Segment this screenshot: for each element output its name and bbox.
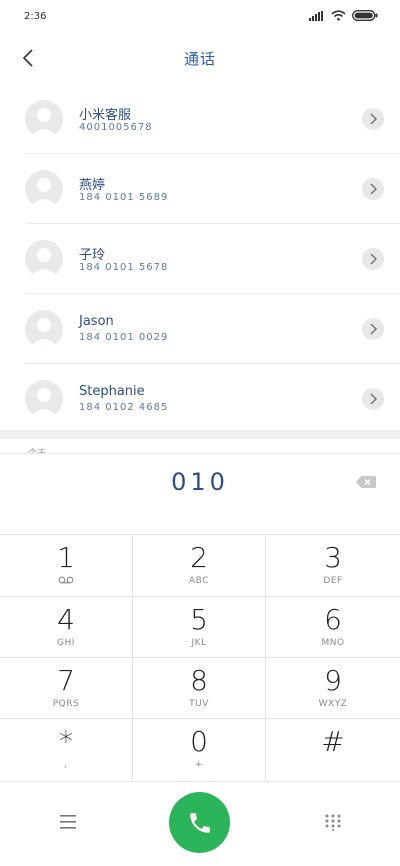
key-letters: , (64, 760, 68, 770)
contact-detail-button[interactable] (362, 108, 384, 130)
menu-button[interactable] (56, 813, 80, 831)
contact-item[interactable]: 子玲 184 0101 5678 (25, 224, 400, 294)
dialpad-icon (325, 814, 341, 831)
keypad: 1 2 ABC 3 DEF 4 GHI 5 JKL 6 MNO 7 PQRS 8… (0, 534, 400, 782)
person-icon (30, 108, 58, 138)
person-icon (30, 248, 58, 278)
key-digit: 0 (190, 725, 208, 758)
key-digit: 5 (190, 603, 208, 636)
contact-number: 184 0101 5678 (79, 262, 169, 273)
key-hash[interactable]: # (266, 719, 400, 781)
contact-item[interactable]: 小米客服 4001005678 (25, 84, 400, 154)
key-8[interactable]: 8 TUV (133, 658, 266, 719)
contact-name: 燕婷 (79, 178, 106, 193)
chevron-right-icon (370, 183, 377, 195)
key-letters: WXYZ (318, 699, 348, 709)
contact-number: 184 0102 4685 (79, 402, 169, 413)
key-letters: + (194, 760, 204, 770)
key-letters (0, 576, 132, 587)
key-digit: 3 (324, 541, 342, 574)
backspace-icon (356, 476, 376, 488)
key-digit: 7 (57, 664, 75, 697)
contact-number: 184 0101 5689 (79, 192, 169, 203)
person-icon (30, 318, 58, 348)
section-gap (0, 430, 400, 439)
contact-item[interactable]: 燕婷 184 0101 5689 (25, 154, 400, 224)
chevron-right-icon (370, 113, 377, 125)
dial-input[interactable]: 010 (0, 468, 400, 496)
contact-name: Jason (79, 314, 114, 329)
contact-name: 小米客服 (79, 108, 132, 123)
header: 通话 (0, 34, 400, 84)
dialpad-toggle-button[interactable] (324, 813, 342, 831)
key-2[interactable]: 2 ABC (133, 535, 266, 597)
chevron-right-icon (370, 253, 377, 265)
voicemail-icon (58, 576, 74, 584)
key-digit: # (321, 725, 345, 758)
key-letters: ABC (189, 576, 209, 586)
menu-icon (60, 815, 76, 829)
contact-number: 4001005678 (79, 122, 153, 133)
contact-item[interactable]: Jason 184 0101 0029 (25, 294, 400, 364)
avatar (25, 380, 63, 418)
key-digit: 8 (190, 664, 208, 697)
key-letters: JKL (191, 638, 207, 648)
key-digit: 9 (324, 664, 342, 697)
key-1[interactable]: 1 (0, 535, 133, 597)
key-digit: 2 (190, 541, 208, 574)
contact-detail-button[interactable] (362, 178, 384, 200)
key-letters: MNO (321, 638, 345, 648)
chevron-right-icon (370, 393, 377, 405)
contact-name: Stephanie (79, 384, 145, 399)
key-7[interactable]: 7 PQRS (0, 658, 133, 719)
key-digit: 6 (324, 603, 342, 636)
page-title: 通话 (183, 50, 216, 68)
status-icons (309, 10, 378, 21)
dial-input-row: 010 (0, 454, 400, 534)
contact-detail-button[interactable] (362, 248, 384, 270)
contact-detail-button[interactable] (362, 388, 384, 410)
key-9[interactable]: 9 WXYZ (266, 658, 400, 719)
phone-icon (189, 812, 210, 833)
key-3[interactable]: 3 DEF (266, 535, 400, 597)
status-time: 2:36 (24, 11, 47, 22)
avatar (25, 100, 63, 138)
avatar (25, 240, 63, 278)
person-icon (30, 388, 58, 418)
wifi-icon (331, 10, 346, 21)
bottom-bar (0, 781, 400, 866)
key-4[interactable]: 4 GHI (0, 597, 133, 658)
key-0[interactable]: 0 + (133, 719, 266, 781)
key-digit: * (59, 725, 73, 758)
key-digit: 1 (57, 541, 75, 574)
key-letters: TUV (189, 699, 209, 709)
avatar (25, 310, 63, 348)
key-letters: PQRS (52, 699, 80, 709)
battery-icon (352, 10, 378, 21)
key-6[interactable]: 6 MNO (266, 597, 400, 658)
avatar (25, 170, 63, 208)
call-button[interactable] (169, 792, 230, 853)
chevron-right-icon (370, 323, 377, 335)
key-letters: DEF (323, 576, 343, 586)
contact-list: 小米客服 4001005678 燕婷 184 0101 5689 子玲 184 … (0, 84, 400, 433)
key-digit: 4 (57, 603, 75, 636)
contact-name: 子玲 (79, 248, 106, 263)
backspace-button[interactable] (354, 474, 378, 490)
contact-number: 184 0101 0029 (79, 332, 169, 343)
contact-item[interactable]: Stephanie 184 0102 4685 (25, 364, 400, 433)
key-letters: GHI (57, 638, 75, 648)
key-star[interactable]: * , (0, 719, 133, 781)
signal-icon (309, 10, 323, 21)
key-5[interactable]: 5 JKL (133, 597, 266, 658)
status-bar: 2:36 (0, 0, 400, 34)
person-icon (30, 178, 58, 208)
contact-detail-button[interactable] (362, 318, 384, 340)
